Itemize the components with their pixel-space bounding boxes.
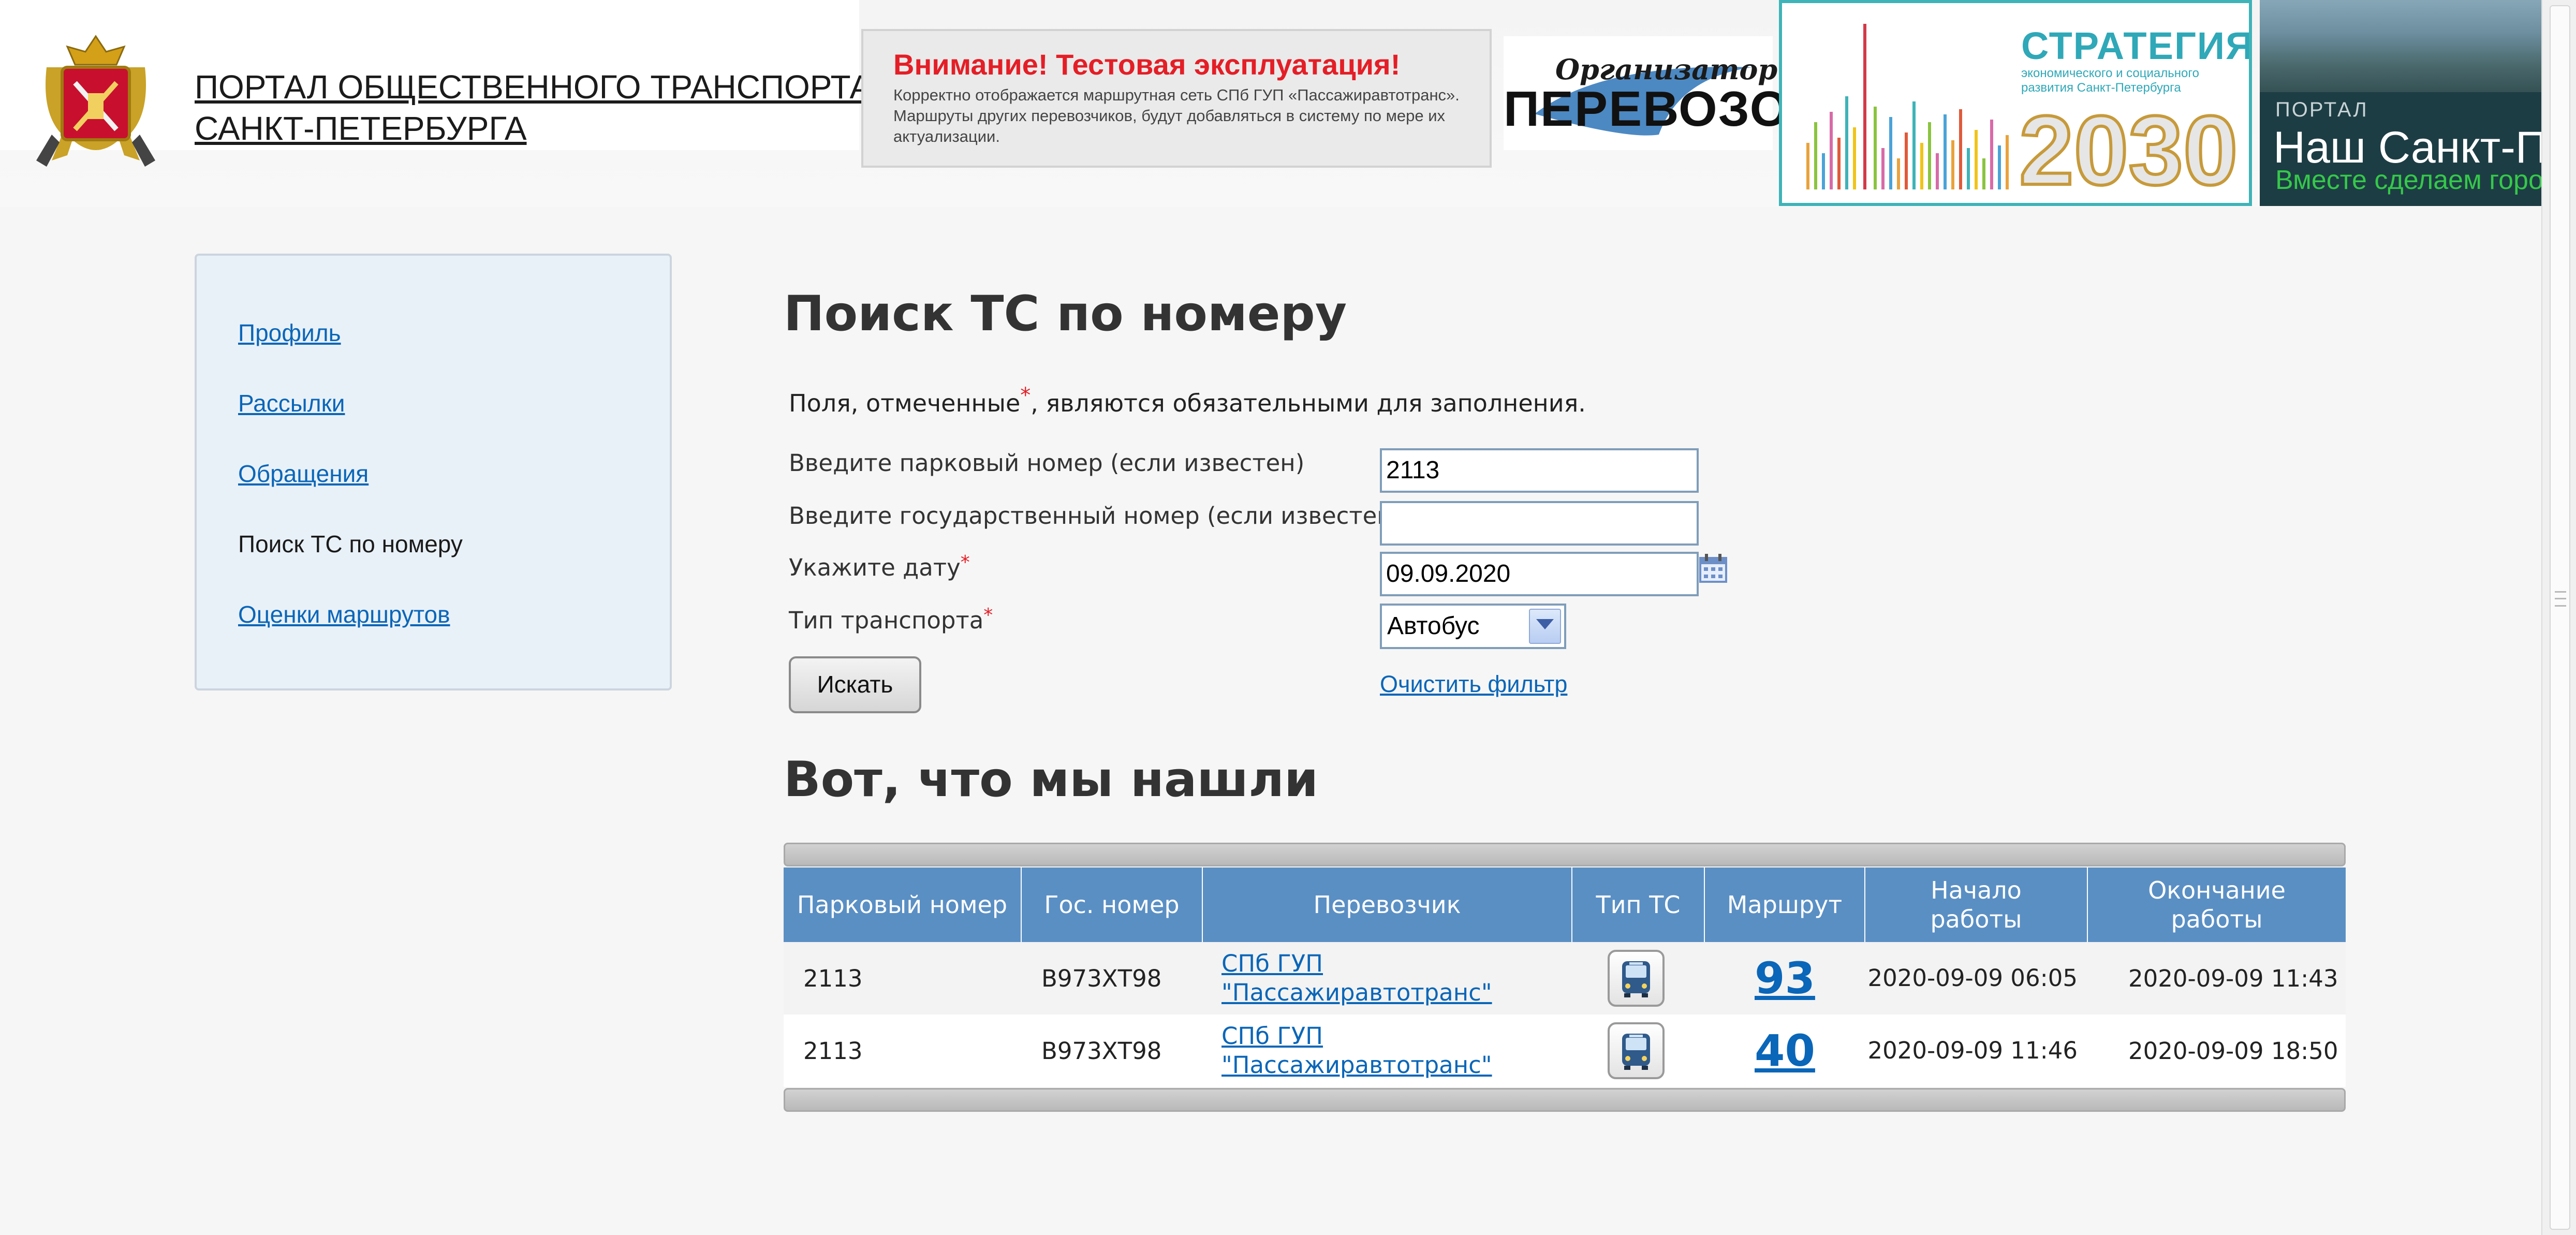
cell-carrier: СПб ГУП "Пассажиравтотранс" — [1221, 942, 1492, 1015]
search-button[interactable]: Искать — [789, 656, 921, 713]
park-number-label: Введите парковый номер (если известен) — [789, 449, 1305, 477]
column-header-carrier: Перевозчик — [1203, 868, 1572, 942]
strategy-subtitle: экономического и социального развития Са… — [2021, 66, 2199, 95]
date-input[interactable]: 09.09.2020 — [1380, 552, 1699, 596]
table-bottom-bar — [784, 1088, 2346, 1112]
calendar-icon[interactable] — [1699, 553, 1728, 584]
required-star: * — [1020, 384, 1031, 407]
organizer-bottom-text: ПЕРЕВОЗОК — [1504, 81, 1821, 137]
route-link[interactable]: 40 — [1755, 1025, 1815, 1076]
site-header: ПОРТАЛ ОБЩЕСТВЕННОГО ТРАНСПОРТА САНКТ-ПЕ… — [0, 0, 2541, 207]
date-label-text: Укажите дату — [789, 554, 961, 581]
state-number-input[interactable] — [1380, 501, 1699, 546]
portal-title-link[interactable]: ПОРТАЛ ОБЩЕСТВЕННОГО ТРАНСПОРТА САНКТ-ПЕ… — [195, 66, 872, 149]
strategy-2030-banner[interactable]: СТРАТЕГИЯ экономического и социального р… — [1779, 0, 2252, 206]
chevron-down-icon[interactable] — [1529, 609, 1561, 644]
required-star: * — [960, 552, 970, 573]
cell-start: 2020-09-09 06:05 — [1867, 964, 2078, 992]
cell-route: 40 — [1755, 1015, 1815, 1087]
state-number-label: Введите государственный номер (если изве… — [789, 502, 1402, 530]
transport-type-value: Автобус — [1387, 612, 1480, 640]
test-mode-notice: Внимание! Тестовая эксплуатация! Коррект… — [861, 29, 1492, 168]
strategy-year: 2030 — [2018, 96, 2240, 205]
carrier-link-line1[interactable]: СПб ГУП — [1221, 949, 1323, 978]
page-title: Поиск ТС по номеру — [784, 286, 1347, 342]
column-header-vehicle-type: Тип ТС — [1572, 868, 1705, 942]
scrollbar-thumb[interactable] — [2550, 5, 2570, 1230]
notice-text: Корректно отображается маршрутная сеть С… — [893, 86, 1460, 145]
account-sidebar: Профиль Рассылки Обращения Поиск ТС по н… — [195, 254, 672, 690]
required-note-suffix: , являются обязательными для заполнения. — [1031, 389, 1586, 417]
carrier-link-line1[interactable]: СПб ГУП — [1221, 1022, 1323, 1051]
column-header-route: Маршрут — [1705, 868, 1865, 942]
nash-portal-label: ПОРТАЛ — [2275, 98, 2368, 121]
cell-state-number: В973ХТ98 — [1041, 964, 1162, 992]
bus-icon — [1608, 1022, 1665, 1079]
route-link[interactable]: 93 — [1755, 953, 1815, 1004]
results-title: Вот, что мы нашли — [784, 752, 1318, 808]
required-fields-note: Поля, отмеченные*, являются обязательным… — [789, 384, 1586, 417]
column-header-state-number: Гос. номер — [1022, 868, 1203, 942]
table-top-bar — [784, 843, 2346, 866]
organizer-banner[interactable]: Организатор ПЕРЕВОЗОК — [1504, 36, 1820, 150]
column-header-start: Начало работы — [1865, 868, 2088, 942]
park-number-input[interactable]: 2113 — [1380, 448, 1699, 493]
transport-type-select[interactable]: Автобус — [1380, 604, 1566, 649]
cell-carrier: СПб ГУП "Пассажиравтотранс" — [1221, 1015, 1492, 1087]
scrollbar-grip-icon — [2555, 591, 2566, 607]
carrier-link-line2[interactable]: "Пассажиравтотранс" — [1221, 1051, 1492, 1080]
cell-park-number: 2113 — [803, 964, 863, 992]
column-header-park-number: Парковый номер — [784, 868, 1022, 942]
sidebar-item-mailings[interactable]: Рассылки — [238, 389, 345, 417]
bus-icon — [1608, 950, 1665, 1007]
sidebar-item-appeals[interactable]: Обращения — [238, 460, 369, 488]
table-row: 2113 В973ХТ98 СПб ГУП "Пассажиравтотранс… — [784, 942, 2346, 1015]
cell-park-number: 2113 — [803, 1037, 863, 1065]
cell-vehicle-type — [1608, 942, 1665, 1015]
transport-type-label-text: Тип транспорта — [789, 607, 984, 634]
cell-route: 93 — [1755, 942, 1815, 1015]
table-header-row: Парковый номер Гос. номер Перевозчик Тип… — [784, 868, 2346, 942]
required-note-prefix: Поля, отмеченные — [789, 389, 1021, 417]
cell-state-number: В973ХТ98 — [1041, 1037, 1162, 1065]
cell-start: 2020-09-09 11:46 — [1867, 1037, 2078, 1064]
results-table: Парковый номер Гос. номер Перевозчик Тип… — [784, 843, 2346, 1112]
clear-filter-link[interactable]: Очистить фильтр — [1380, 671, 1567, 698]
date-label: Укажите дату* — [789, 552, 970, 581]
cell-end: 2020-09-09 11:43 — [2128, 964, 2338, 992]
portal-title-line1: ПОРТАЛ ОБЩЕСТВЕННОГО ТРАНСПОРТА — [195, 68, 872, 106]
strategy-title: СТРАТЕГИЯ — [2021, 24, 2252, 67]
notice-title: Внимание! Тестовая эксплуатация! — [893, 48, 1401, 81]
sidebar-item-vehicle-search[interactable]: Поиск ТС по номеру — [238, 530, 463, 558]
cell-vehicle-type — [1608, 1015, 1665, 1087]
transport-type-label: Тип транспорта* — [789, 605, 993, 634]
portal-title-line2: САНКТ-ПЕТЕРБУРГА — [195, 110, 527, 147]
sidebar-item-profile[interactable]: Профиль — [238, 319, 341, 347]
city-photo — [2260, 0, 2541, 92]
skyline-bars-graphic — [1806, 24, 2009, 189]
column-header-end: Окончание работы — [2148, 876, 2286, 933]
cell-end: 2020-09-09 18:50 — [2128, 1037, 2338, 1065]
coat-of-arms-logo[interactable] — [31, 31, 160, 171]
carrier-link-line2[interactable]: "Пассажиравтотранс" — [1221, 978, 1492, 1007]
nash-slogan: Вместе сделаем город — [2275, 165, 2541, 195]
nash-spb-banner[interactable]: ПОРТАЛ Наш Санкт-Пет Вместе сделаем горо… — [2260, 0, 2541, 206]
vertical-scrollbar[interactable] — [2541, 0, 2576, 1235]
sidebar-item-route-ratings[interactable]: Оценки маршрутов — [238, 600, 450, 628]
required-star: * — [983, 605, 993, 626]
table-row: 2113 В973ХТ98 СПб ГУП "Пассажиравтотранс… — [784, 1015, 2346, 1087]
